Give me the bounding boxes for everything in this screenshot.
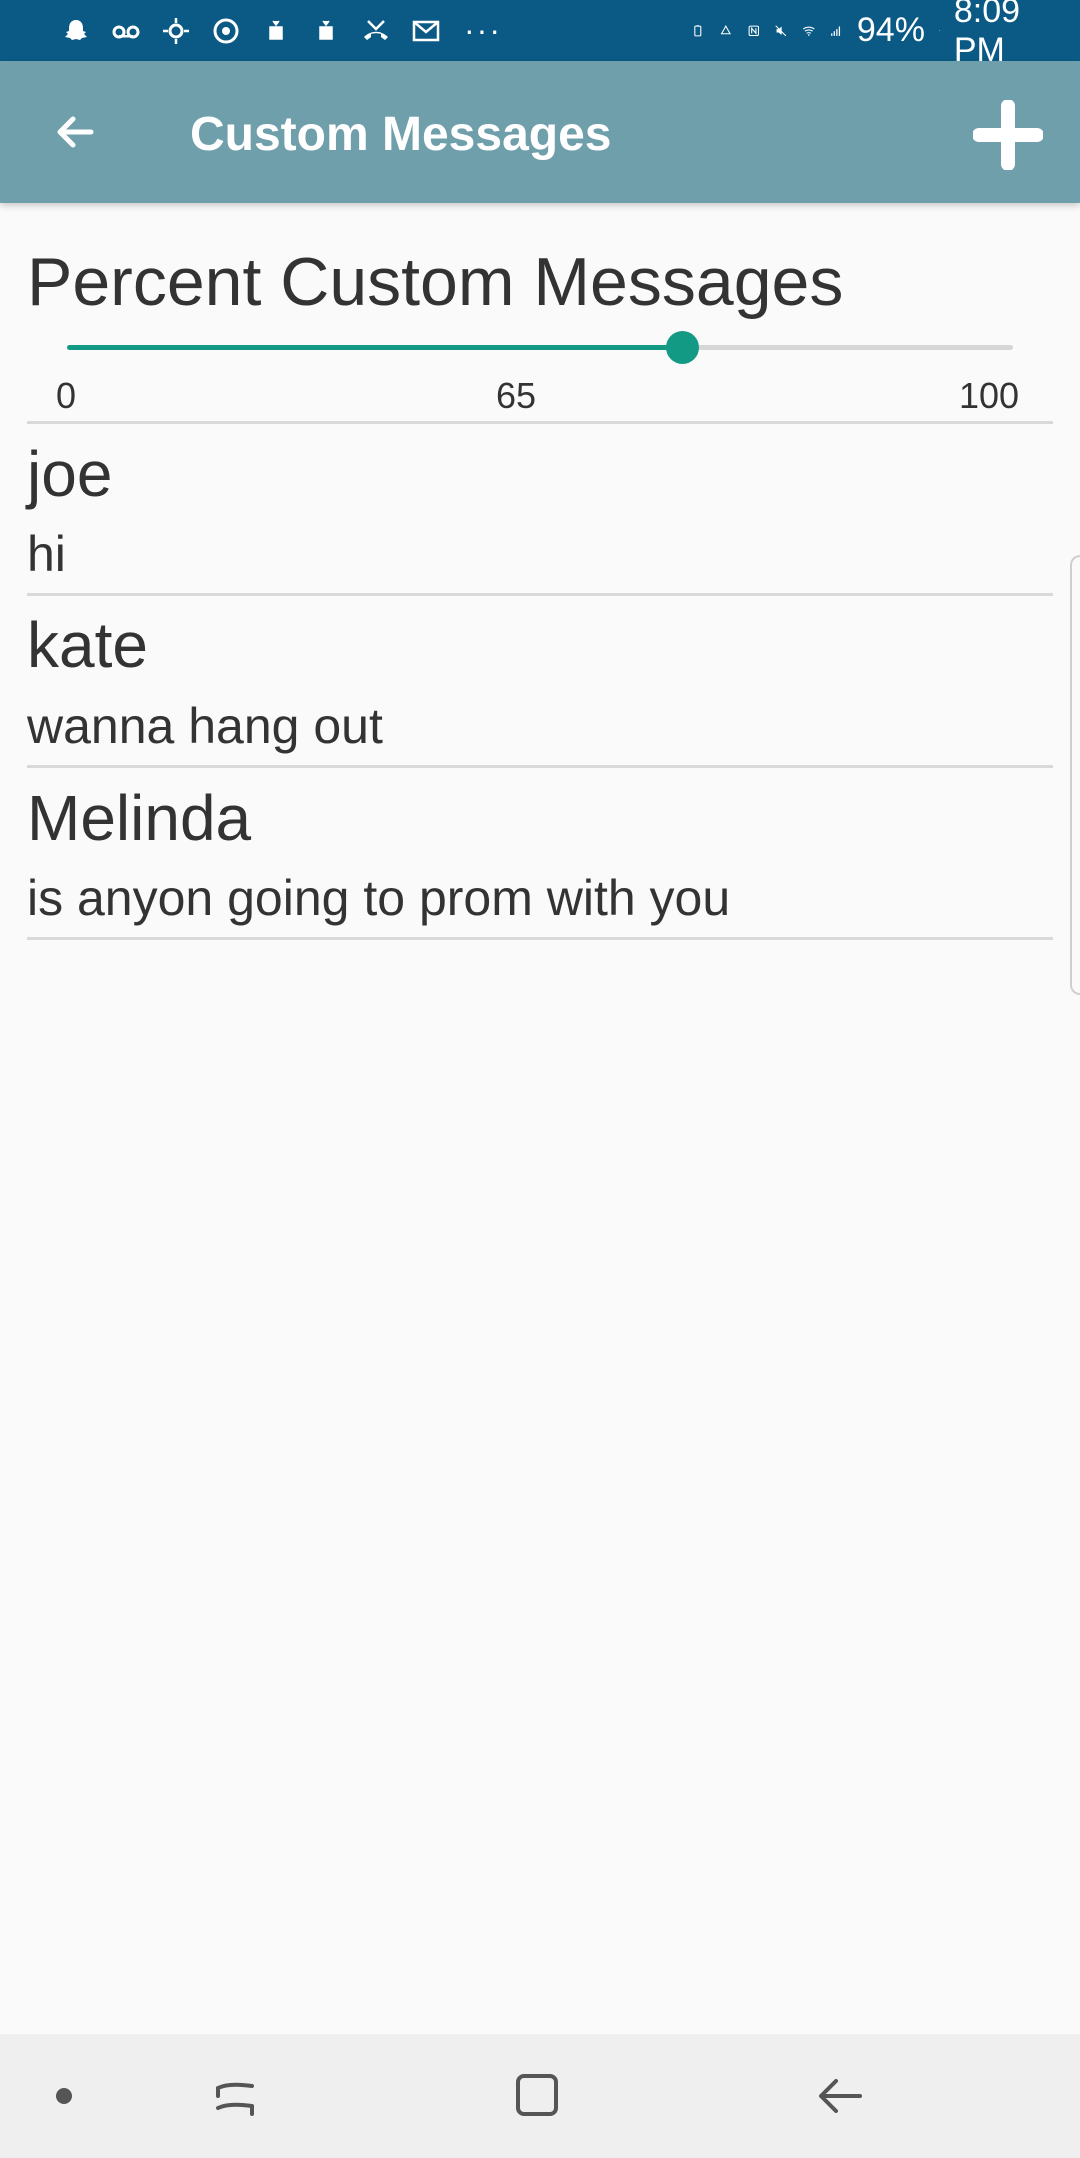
divider	[27, 421, 1053, 424]
dot-icon	[56, 2088, 72, 2104]
battery-icon	[939, 30, 940, 31]
status-overflow-dots: ···	[464, 12, 502, 48]
app-bar: Custom Messages	[0, 61, 1080, 203]
divider	[27, 765, 1053, 768]
slider-fill	[67, 345, 682, 350]
nav-bar	[0, 2034, 1080, 2158]
snapchat-icon	[65, 19, 87, 40]
message-contact-name: joe	[27, 438, 113, 510]
signal-icon	[831, 26, 841, 36]
message-contact-name: kate	[27, 609, 148, 681]
gallery-icon	[412, 20, 440, 41]
edge-panel-handle[interactable]	[1070, 555, 1080, 995]
back-icon	[819, 2079, 862, 2113]
clock: 8:09 PM	[953, 0, 1021, 69]
divider	[27, 593, 1053, 596]
battery-saver-icon	[694, 24, 702, 37]
android-icon	[319, 20, 333, 40]
weather-icon	[163, 17, 189, 44]
tick-min: 0	[56, 375, 77, 416]
message-text: is anyon going to prom with you	[27, 870, 731, 926]
back-button[interactable]	[44, 101, 106, 163]
back-nav-button[interactable]	[808, 2064, 872, 2128]
section-title: Percent Custom Messages	[27, 244, 844, 320]
voicemail-icon	[112, 25, 140, 38]
wifi-icon	[802, 26, 815, 36]
plus-icon	[973, 100, 1043, 170]
arrow-back-icon	[57, 116, 94, 148]
tick-max: 100	[959, 375, 1020, 416]
recent-apps-icon	[216, 2082, 254, 2116]
slider-thumb[interactable]	[665, 331, 699, 364]
divider	[27, 937, 1053, 940]
status-bar: ··· 94% 8:09 PM	[0, 0, 1080, 69]
message-text: hi	[27, 526, 66, 582]
recent-apps-button[interactable]	[204, 2064, 268, 2128]
home-button[interactable]	[504, 2064, 568, 2128]
nav-dot-button[interactable]	[32, 2064, 96, 2128]
message-text: wanna hang out	[27, 698, 383, 754]
percent-slider[interactable]	[67, 328, 1013, 368]
nfc-icon	[748, 25, 759, 36]
page-title: Custom Messages	[190, 108, 612, 161]
sync-icon	[213, 18, 239, 43]
home-icon	[516, 2074, 558, 2116]
recycle-icon	[720, 24, 731, 35]
missed-call-icon	[364, 19, 388, 40]
battery-percent: 94%	[856, 11, 925, 49]
message-contact-name: Melinda	[27, 782, 252, 854]
mute-icon	[775, 25, 787, 36]
android-icon	[269, 20, 283, 40]
tick-value: 65	[496, 375, 537, 416]
status-left-icons	[60, 15, 442, 47]
add-message-button[interactable]	[972, 99, 1044, 171]
status-right: 94% 8:09 PM	[691, 0, 1020, 70]
